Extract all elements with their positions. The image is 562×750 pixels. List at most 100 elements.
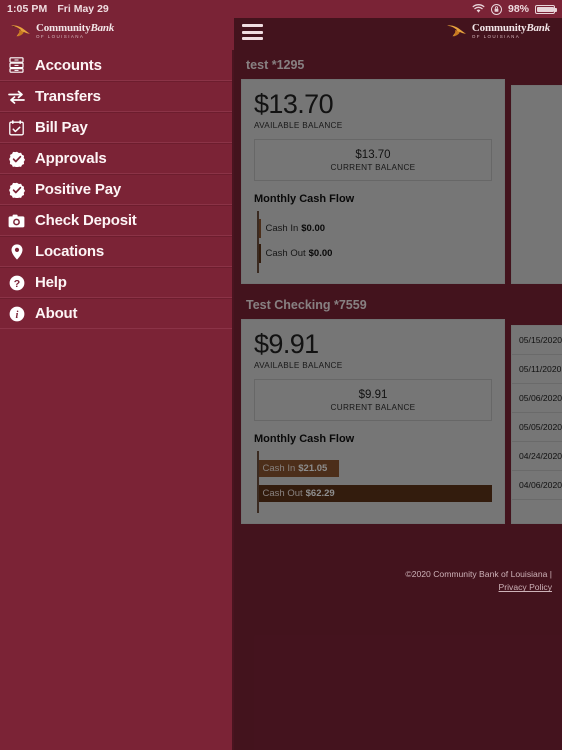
question-circle-icon: ?: [8, 274, 25, 291]
brand-tagline: OF LOUISIANA: [471, 33, 521, 39]
transaction-row[interactable]: 04/24/2020: [512, 442, 562, 471]
status-bar: 1:05 PM Fri May 29 98%: [0, 0, 562, 18]
cash-out-bar: Cash Out $62.29: [258, 485, 492, 503]
sidebar-item-label: Bill Pay: [35, 119, 88, 136]
sidebar-item-label: Transfers: [35, 88, 101, 105]
account-summary-card: $13.70 AVAILABLE BALANCE $13.70 CURRENT …: [241, 79, 505, 284]
brand-name-part2: Bank: [90, 21, 115, 34]
cash-out-label: Cash Out: [262, 488, 303, 500]
sidebar-item-accounts[interactable]: Accounts: [0, 50, 232, 81]
transaction-date: 04/06/2020: [519, 480, 562, 490]
privacy-policy-link[interactable]: Privacy Policy: [499, 582, 552, 592]
calendar-check-icon: [8, 119, 25, 136]
eagle-logo-icon: [10, 22, 32, 40]
transactions-panel[interactable]: [511, 85, 562, 284]
main-content: test *1295 $13.70 AVAILABLE BALANCE $13.…: [234, 50, 562, 750]
brand-name-part2: Bank: [526, 21, 550, 34]
account-card-test-checking-7559[interactable]: Test Checking *7559 05/15/2020 05/11/202…: [234, 290, 562, 530]
cash-out-bar: Cash Out $0.00: [258, 244, 332, 264]
accounts-icon: [8, 57, 25, 74]
check-badge-icon: [8, 181, 25, 198]
transaction-date: 05/11/2020: [519, 364, 562, 374]
map-pin-icon: [8, 243, 25, 260]
transaction-date: 05/05/2020: [519, 422, 562, 432]
monthly-cash-flow-title: Monthly Cash Flow: [254, 193, 355, 206]
cash-in-bar: Cash In $0.00: [258, 219, 325, 239]
transactions-panel[interactable]: 05/15/2020 05/11/2020 05/06/2020 05/05/2…: [511, 325, 562, 524]
current-balance-amount: $9.91: [358, 388, 388, 401]
cash-in-label: Cash In: [265, 223, 299, 235]
sidebar-item-about[interactable]: i About: [0, 298, 232, 329]
battery-icon: [535, 4, 557, 14]
sidebar-item-approvals[interactable]: Approvals: [0, 143, 232, 174]
account-title: Test Checking *7559: [234, 290, 562, 319]
info-circle-icon: i: [8, 305, 25, 322]
brand-name-part1: Community: [471, 21, 527, 34]
current-balance-label: CURRENT BALANCE: [330, 162, 416, 172]
cash-in-value: $0.00: [301, 223, 326, 235]
cash-in-bar: Cash In $21.05: [258, 460, 339, 478]
transaction-row[interactable]: 05/11/2020: [512, 355, 562, 384]
current-balance-label: CURRENT BALANCE: [330, 402, 416, 412]
account-summary-card: $9.91 AVAILABLE BALANCE $9.91 CURRENT BA…: [241, 319, 505, 524]
svg-text:?: ?: [13, 277, 19, 289]
svg-text:i: i: [15, 309, 18, 320]
current-balance-box: $9.91 CURRENT BALANCE: [254, 379, 492, 422]
camera-icon: [8, 212, 25, 229]
hamburger-menu-icon[interactable]: [242, 24, 263, 40]
sidebar-item-label: Positive Pay: [35, 181, 121, 198]
sidebar-item-positive-pay[interactable]: Positive Pay: [0, 174, 232, 205]
check-badge-icon: [8, 150, 25, 167]
sidebar-item-transfers[interactable]: Transfers: [0, 81, 232, 112]
sidebar-item-label: Approvals: [35, 150, 107, 167]
sidebar-item-label: About: [35, 305, 78, 322]
status-date: Fri May 29: [57, 3, 109, 15]
app-logo-right: CommunityBank OF LOUISIANA: [446, 22, 550, 40]
account-card-test-1295[interactable]: test *1295 $13.70 AVAILABLE BALANCE $13.…: [234, 50, 562, 290]
cash-out-value: $62.29: [305, 488, 335, 500]
cash-out-value: $0.00: [308, 248, 333, 260]
app-logo-left: CommunityBank OF LOUISIANA: [10, 22, 114, 40]
transaction-row[interactable]: 05/15/2020: [512, 326, 562, 355]
footer: ©2020 Community Bank of Louisiana | Priv…: [234, 568, 562, 595]
footer-copyright: ©2020 Community Bank of Louisiana |: [405, 569, 552, 579]
battery-percent: 98%: [507, 3, 529, 15]
cash-in-value: $21.05: [298, 463, 328, 475]
status-time: 1:05 PM: [7, 3, 48, 15]
hamburger-bar: [242, 24, 263, 27]
cash-in-label: Cash In: [262, 463, 296, 475]
available-balance-amount: $9.91: [254, 329, 319, 359]
available-balance-label: AVAILABLE BALANCE: [254, 121, 343, 131]
sidebar-item-label: Accounts: [35, 56, 102, 74]
account-title: test *1295: [234, 50, 562, 79]
wifi-icon: [472, 4, 485, 14]
transfers-icon: [8, 88, 25, 105]
rotation-lock-icon: [490, 3, 502, 15]
eagle-logo-icon: [446, 22, 468, 40]
transaction-row[interactable]: 05/06/2020: [512, 384, 562, 413]
cash-flow-chart: Cash In $21.05 Cash Out $62.29: [254, 451, 492, 514]
sidebar-item-bill-pay[interactable]: Bill Pay: [0, 112, 232, 143]
sidebar-item-check-deposit[interactable]: Check Deposit: [0, 205, 232, 236]
available-balance-label: AVAILABLE BALANCE: [254, 361, 343, 371]
transaction-date: 05/15/2020: [519, 335, 562, 345]
sidebar-item-label: Check Deposit: [35, 212, 137, 229]
sidebar-item-locations[interactable]: Locations: [0, 236, 232, 267]
current-balance-amount: $13.70: [355, 148, 391, 161]
transaction-row[interactable]: 04/06/2020: [512, 471, 562, 500]
monthly-cash-flow-title: Monthly Cash Flow: [254, 433, 355, 446]
hamburger-bar: [242, 37, 263, 40]
sidebar-item-label: Locations: [35, 243, 105, 260]
sidebar-item-help[interactable]: ? Help: [0, 267, 232, 298]
sidebar-drawer: Accounts Transfers Bill Pay Approvals Po…: [0, 50, 234, 750]
transaction-row[interactable]: 05/05/2020: [512, 413, 562, 442]
available-balance-amount: $13.70: [254, 89, 334, 119]
cash-out-label: Cash Out: [265, 248, 306, 260]
transaction-date: 04/24/2020: [519, 451, 562, 461]
transaction-date: 05/06/2020: [519, 393, 562, 403]
sidebar-item-label: Help: [35, 274, 67, 291]
brand-name-part1: Community: [36, 21, 91, 34]
cash-flow-chart: Cash In $0.00 Cash Out $0.00: [254, 211, 492, 274]
hamburger-bar: [242, 30, 263, 34]
current-balance-box: $13.70 CURRENT BALANCE: [254, 139, 492, 182]
